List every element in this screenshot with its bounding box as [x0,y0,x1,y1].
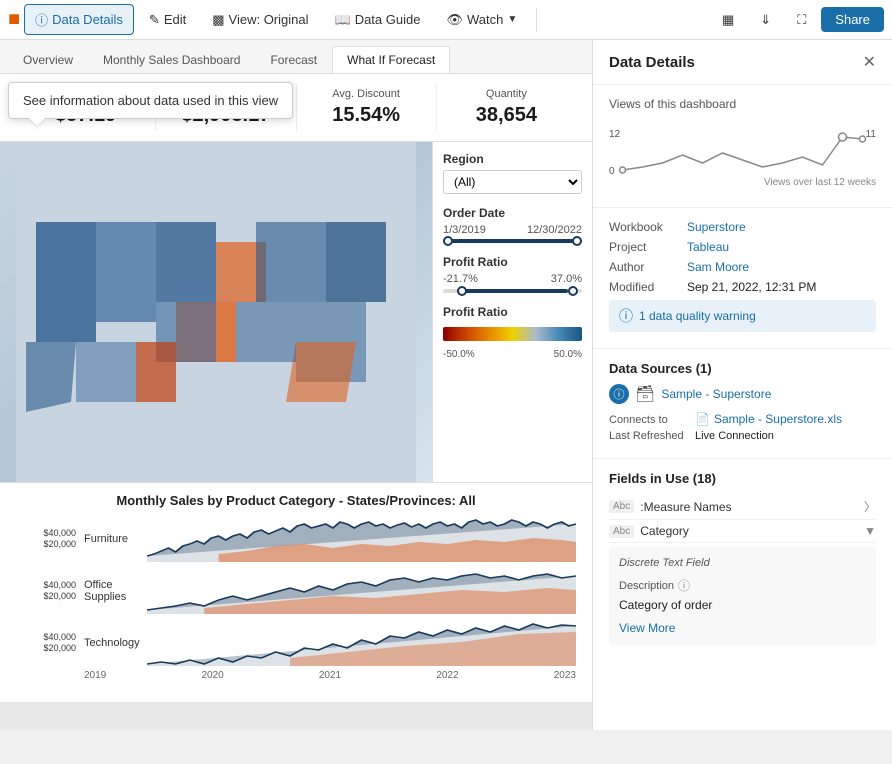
device-button[interactable]: ▦ [711,6,745,34]
data-details-tooltip: See information about data used in this … [8,82,293,119]
map-svg [0,142,432,482]
chart-row-technology: $40,000 $20,000 Technology [16,618,576,668]
watch-button[interactable]: 👁 Watch ▼ [435,6,528,34]
tab-monthly-sales[interactable]: Monthly Sales Dashboard [88,46,255,73]
region-filter: Region (All) [443,152,582,194]
profit-ratio-filter: Profit Ratio -21.7% 37.0% [443,255,582,293]
tab-what-if-forecast[interactable]: What If Forecast [332,46,450,73]
field-category-expanded: Discrete Text Field Description ⓘ Catego… [609,547,876,645]
field-category[interactable]: Abc Category ▼ [609,520,876,543]
book-icon: 📖 [335,12,351,28]
field-measure-names[interactable]: Abc :Measure Names 〉 [609,494,876,520]
close-panel-button[interactable]: ✕ [863,52,876,72]
warning-link[interactable]: 1 data quality warning [639,309,756,323]
fullscreen-button[interactable]: ⛶ [786,6,817,34]
source-last-refreshed: Last Refreshed Live Connection [609,430,876,442]
chevron-down-icon: ▼ [864,524,876,538]
chart-rows: $40,000 $20,000 Furniture [16,514,576,668]
tableau-logo-icon: ■ [8,8,20,31]
dashboard-content: Overview Monthly Sales Dashboard Forecas… [0,40,592,730]
filter-panel: Region (All) Order Date 1/3/2019 12/30/2… [432,142,592,482]
profit-ratio-left-handle[interactable] [457,286,467,296]
source-warning-icon: ⓘ [609,384,629,404]
region-select[interactable]: (All) [443,170,582,194]
modified-value: Sep 21, 2022, 12:31 PM [687,280,816,294]
date-range-values: 1/3/2019 12/30/2022 [443,224,582,236]
color-gradient-bar [443,327,582,341]
view-original-button[interactable]: ▩ View: Original [201,6,319,34]
tab-overview[interactable]: Overview [8,46,88,73]
source-file-icon: 🗃 [635,384,655,404]
eye-icon: 👁 [446,12,463,28]
chart-row-furniture: $40,000 $20,000 Furniture [16,514,576,564]
chevron-right-icon: 〉 [864,498,876,515]
dashboard-tabs: Overview Monthly Sales Dashboard Forecas… [0,40,592,74]
map-visual[interactable] [0,142,432,482]
technology-chart [147,620,576,666]
share-button[interactable]: Share [821,7,884,32]
source-item: ⓘ 🗃 Sample - Superstore [609,384,876,404]
color-bar-labels: -50.0% 50.0% [443,349,582,360]
source-name-link[interactable]: Sample - Superstore [661,387,771,401]
sparkline-container: 12 11 0 Views over last 12 weeks [609,125,876,195]
data-quality-warning[interactable]: ⓘ 1 data quality warning [609,300,876,332]
author-link[interactable]: Sam Moore [687,260,749,274]
right-panel: Data Details ✕ Views of this dashboard 1… [592,40,892,730]
edit-icon: ✎ [149,12,160,28]
chart-area: Monthly Sales by Product Category - Stat… [0,482,592,702]
data-sources-section: Data Sources (1) ⓘ 🗃 Sample - Superstore… [593,349,892,459]
meta-project: Project Tableau [609,240,876,254]
last-refreshed-value: Live Connection [695,430,774,442]
toolbar-separator [536,8,537,32]
xls-link[interactable]: Sample - Superstore.xls [714,412,842,426]
data-guide-button[interactable]: 📖 Data Guide [324,6,432,34]
chart-year-labels: 2019 2020 2021 2022 2023 [16,670,576,681]
date-range-right-handle[interactable] [572,236,582,246]
info-icon: ⓘ [619,306,633,326]
views-section: Views of this dashboard 12 11 0 [593,85,892,208]
info-circle-icon: ⓘ [678,577,690,594]
toolbar: ■ ⓘ Data Details ✎ Edit ▩ View: Original… [0,0,892,40]
data-details-button[interactable]: ⓘ Data Details [24,4,134,35]
download-button[interactable]: ⇓ [749,6,782,34]
connects-to-value: 📄 Sample - Superstore.xls [695,412,842,426]
data-details-icon: ⓘ [35,10,48,29]
office-supplies-chart [147,568,576,614]
panel-header: Data Details ✕ [593,40,892,85]
date-range-left-handle[interactable] [443,236,453,246]
order-date-filter: Order Date 1/3/2019 12/30/2022 [443,206,582,243]
kpi-avg-discount: Avg. Discount 15.54% [297,84,437,131]
profit-ratio-color-legend: Profit Ratio -50.0% 50.0% [443,305,582,360]
edit-button[interactable]: ✎ Edit [138,6,197,34]
bar-chart-icon: ▩ [212,12,224,28]
source-connects-to: Connects to 📄 Sample - Superstore.xls [609,412,876,426]
map-area: Region (All) Order Date 1/3/2019 12/30/2… [0,142,592,482]
tab-forecast[interactable]: Forecast [255,46,332,73]
fields-section: Fields in Use (18) Abc :Measure Names 〉 … [593,459,892,661]
profit-ratio-values: -21.7% 37.0% [443,273,582,285]
furniture-chart [147,516,576,562]
chart-row-office-supplies: $40,000 $20,000 OfficeSupplies [16,566,576,616]
workbook-link[interactable]: Superstore [687,220,746,234]
meta-section: Workbook Superstore Project Tableau Auth… [593,208,892,349]
profit-ratio-right-handle[interactable] [568,286,578,296]
xls-file-icon: 📄 [695,412,710,426]
meta-modified: Modified Sep 21, 2022, 12:31 PM [609,280,876,294]
meta-author: Author Sam Moore [609,260,876,274]
kpi-quantity: Quantity 38,654 [437,84,576,131]
toolbar-right: ▦ ⇓ ⛶ Share [711,6,884,34]
view-more-link[interactable]: View More [619,621,675,635]
main-layout: Overview Monthly Sales Dashboard Forecas… [0,40,892,730]
project-link[interactable]: Tableau [687,240,729,254]
sparkline-svg [609,125,876,175]
profit-ratio-track[interactable] [443,289,582,293]
meta-workbook: Workbook Superstore [609,220,876,234]
date-range: 1/3/2019 12/30/2022 [443,224,582,243]
date-range-track[interactable] [443,239,582,243]
